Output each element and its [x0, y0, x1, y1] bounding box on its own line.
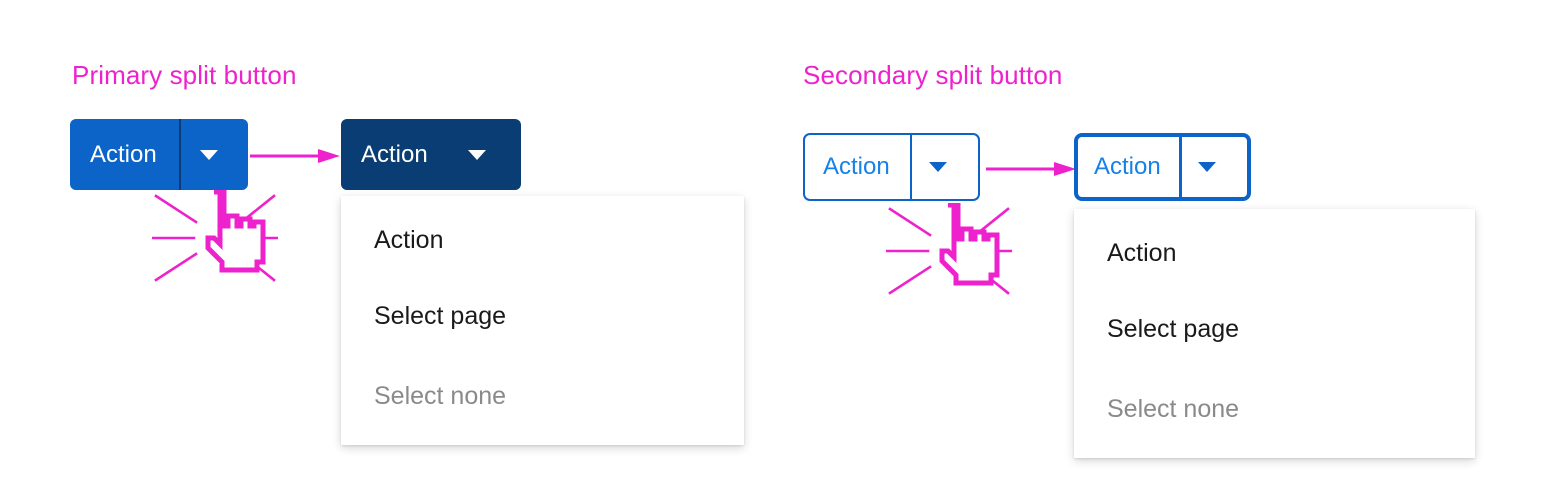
secondary-split-button-default[interactable]: Action — [803, 133, 980, 201]
primary-split-button-default-toggle[interactable] — [181, 119, 237, 190]
primary-split-button-default-label[interactable]: Action — [70, 119, 179, 190]
primary-split-button-active[interactable]: Action — [341, 119, 521, 190]
menu-item-disabled: Select none — [1107, 394, 1240, 423]
secondary-split-button-active-toggle[interactable] — [1182, 137, 1232, 197]
primary-flow-arrow-icon — [250, 148, 342, 169]
primary-split-button-default[interactable]: Action — [70, 119, 248, 190]
secondary-split-button-default-label[interactable]: Action — [805, 135, 910, 199]
secondary-split-button-default-toggle[interactable] — [912, 135, 964, 199]
chevron-down-icon — [1197, 162, 1216, 172]
annotated-component-sheet: Primary split button Action Action Actio… — [0, 0, 1544, 502]
secondary-split-button-active[interactable]: Action — [1074, 133, 1251, 201]
primary-section-title: Primary split button — [72, 60, 297, 90]
secondary-flow-arrow-icon — [986, 161, 1078, 182]
primary-dropdown-menu: Action Select page Select none — [341, 196, 744, 445]
secondary-dropdown-menu: Action Select page Select none — [1074, 209, 1475, 458]
menu-item-disabled: Select none — [374, 381, 507, 410]
menu-item[interactable]: Select page — [341, 276, 744, 356]
chevron-down-icon — [467, 149, 486, 160]
menu-item[interactable]: Select page — [1074, 289, 1475, 369]
menu-item[interactable]: Action — [1074, 209, 1475, 289]
primary-split-button-active-label[interactable]: Action — [341, 119, 446, 190]
chevron-down-icon — [199, 149, 218, 160]
primary-split-button-active-toggle[interactable] — [446, 119, 508, 190]
pointing-hand-cursor-icon — [884, 202, 1014, 304]
pointing-hand-cursor-icon — [150, 189, 280, 291]
secondary-split-button-active-label[interactable]: Action — [1078, 137, 1179, 197]
secondary-section-title: Secondary split button — [803, 60, 1063, 90]
menu-item[interactable]: Action — [341, 196, 744, 276]
chevron-down-icon — [928, 162, 947, 172]
